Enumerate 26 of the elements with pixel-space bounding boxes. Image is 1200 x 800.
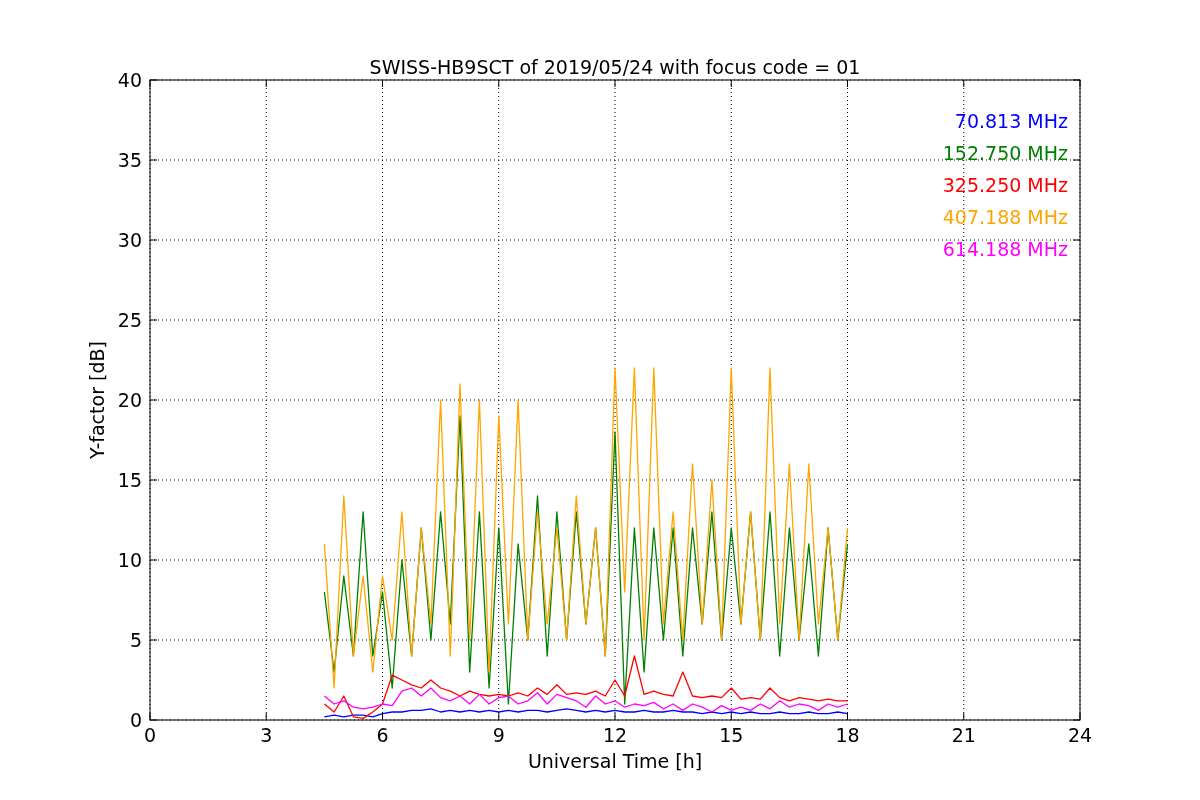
y-tick-label: 35 [117, 149, 142, 171]
legend-label: 407.188 MHz [942, 206, 1068, 228]
x-tick-label: 12 [602, 724, 628, 746]
x-tick-label: 15 [719, 724, 744, 746]
x-axis-label: Universal Time [h] [527, 750, 703, 772]
x-tick-label: 3 [260, 724, 273, 746]
y-tick-label: 25 [117, 309, 142, 331]
x-tick-label: 9 [492, 724, 505, 746]
y-tick-label: 10 [117, 549, 142, 571]
x-tick-label: 18 [835, 724, 860, 746]
chart-title: SWISS-HB9SCT of 2019/05/24 with focus code = 01 [369, 56, 861, 78]
legend-label: 70.813 MHz [954, 110, 1068, 132]
x-tick-label: 24 [1067, 724, 1093, 746]
x-tick-label: 6 [376, 724, 389, 746]
legend-label: 614.188 MHz [942, 238, 1068, 260]
y-tick-label: 20 [117, 389, 142, 411]
x-tick-label: 21 [951, 724, 976, 746]
y-tick-label: 15 [117, 469, 142, 491]
y-tick-label: 40 [117, 69, 142, 91]
y-tick-label: 30 [117, 229, 142, 251]
y-tick-label: 5 [129, 629, 142, 651]
y-axis-label: Y-factor [dB] [86, 341, 108, 459]
legend-label: 325.250 MHz [942, 174, 1068, 196]
y-tick-label: 0 [129, 709, 142, 731]
x-tick-label: 0 [143, 724, 157, 746]
legend-label: 152.750 MHz [942, 142, 1068, 164]
